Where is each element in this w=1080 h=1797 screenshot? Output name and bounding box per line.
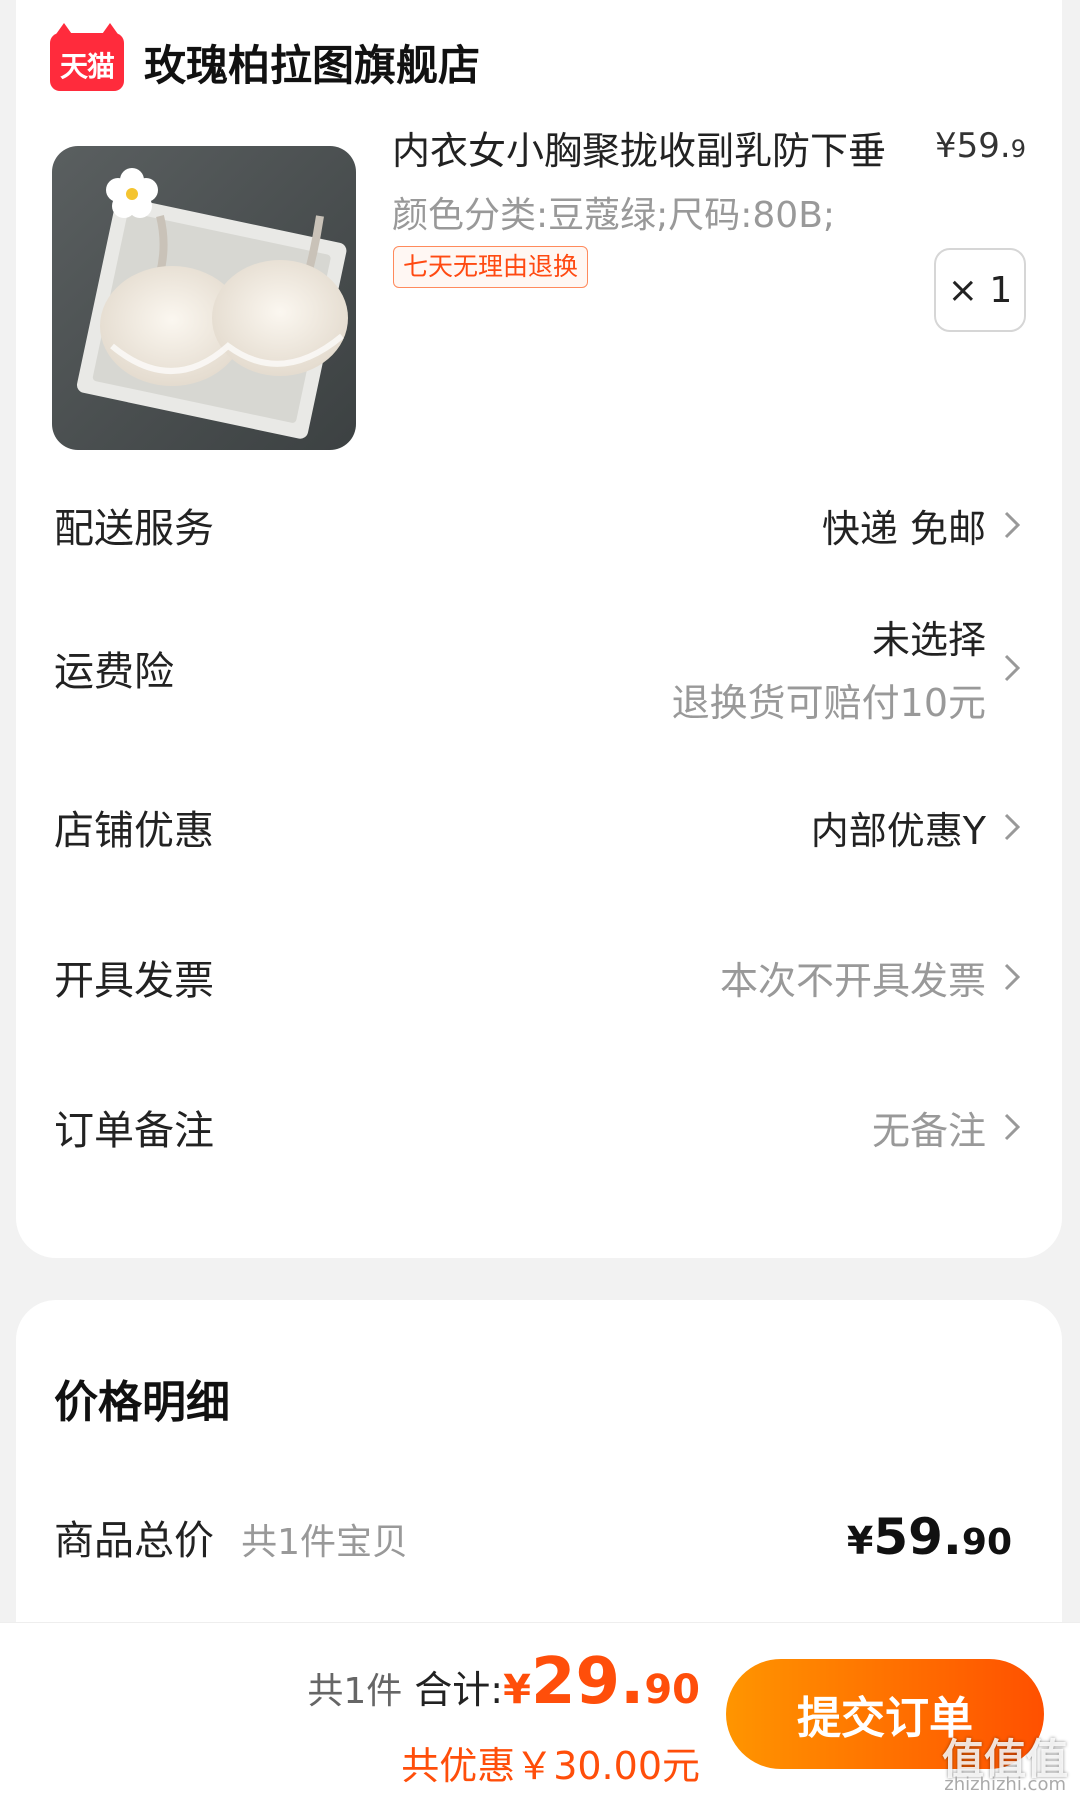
goods-total-int: 59. <box>873 1508 962 1566</box>
bottom-bar: 共1件 合计: ¥29.90 共优惠￥30.00元 提交订单 <box>0 1622 1080 1797</box>
delivery-label: 配送服务 <box>54 506 214 552</box>
invoice-right: 本次不开具发票 <box>720 950 1026 1005</box>
bottom-count: 共1件 <box>307 1671 403 1712</box>
invoice-label: 开具发票 <box>54 958 214 1004</box>
insurance-label: 运费险 <box>54 649 174 695</box>
order-card: 天猫 玫瑰柏拉图旗舰店 内衣女小胸聚拢收副乳防下垂 ¥59.9 颜色分类:豆蔻绿… <box>16 0 1062 1258</box>
watermark-site: zhizhizhi.com <box>944 1774 1066 1795</box>
goods-total-left: 商品总价 共1件宝贝 <box>54 1508 408 1566</box>
product-image[interactable] <box>52 146 356 450</box>
insurance-status: 未选择 <box>871 618 986 662</box>
goods-count: 共1件宝贝 <box>241 1522 408 1563</box>
insurance-right: 未选择退换货可赔付10元 <box>672 609 1026 727</box>
store-discount-label: 店铺优惠 <box>54 808 214 854</box>
chevron-right-icon <box>1004 511 1021 539</box>
store-discount-right: 内部优惠Y <box>811 800 1026 855</box>
chevron-right-icon <box>1004 1113 1021 1141</box>
delivery-right: 快递 免邮 <box>822 498 1026 553</box>
remark-right: 无备注 <box>872 1100 1026 1155</box>
goods-total-dec: 90 <box>961 1522 1012 1563</box>
remark-value: 无备注 <box>871 1108 986 1153</box>
product-spec[interactable]: 颜色分类:豆蔻绿;尺码:80B; <box>392 186 835 238</box>
store-discount-value: 内部优惠Y <box>810 808 986 853</box>
product-price-decimal: 9 <box>1010 135 1026 163</box>
bottom-total-line: 共1件 合计: ¥29.90 <box>307 1645 700 1719</box>
insurance-value: 未选择退换货可赔付10元 <box>672 609 986 727</box>
tmall-logo: 天猫 <box>50 23 124 91</box>
bottom-discount: 共优惠￥30.00元 <box>401 1744 700 1788</box>
bottom-total-dec: 90 <box>644 1667 700 1713</box>
delivery-row[interactable]: 配送服务 快递 免邮 <box>54 496 1026 554</box>
product-price-main: ¥59. <box>935 126 1011 166</box>
remark-label: 订单备注 <box>54 1108 214 1154</box>
quantity-box[interactable]: × 1 <box>934 248 1026 332</box>
insurance-row[interactable]: 运费险 未选择退换货可赔付10元 <box>54 604 1026 732</box>
goods-total-label: 商品总价 <box>54 1518 214 1564</box>
chevron-right-icon <box>1004 963 1021 991</box>
product-price: ¥59.9 <box>935 126 1026 166</box>
remark-row[interactable]: 订单备注 无备注 <box>54 1098 1026 1156</box>
goods-total-row: 商品总价 共1件宝贝 ¥59.90 <box>54 1508 1026 1566</box>
goods-total-price: ¥59.90 <box>847 1508 1012 1566</box>
delivery-value: 快递 免邮 <box>821 506 986 551</box>
store-name[interactable]: 玫瑰柏拉图旗舰店 <box>144 32 480 93</box>
product-photo <box>52 146 356 450</box>
bottom-total-int: 29. <box>530 1645 645 1719</box>
bottom-total-label: 合计: <box>414 1668 504 1712</box>
price-detail-title: 价格明细 <box>54 1377 230 1428</box>
invoice-row[interactable]: 开具发票 本次不开具发票 <box>54 948 1026 1006</box>
goods-total-currency: ¥ <box>846 1519 874 1563</box>
product-title[interactable]: 内衣女小胸聚拢收副乳防下垂 <box>392 120 886 175</box>
chevron-right-icon <box>1004 654 1021 682</box>
insurance-sub: 退换货可赔付10元 <box>671 681 986 725</box>
store-discount-row[interactable]: 店铺优惠 内部优惠Y <box>54 798 1026 856</box>
bottom-total-currency: ¥ <box>503 1667 531 1713</box>
return-policy-badge: 七天无理由退换 <box>393 246 589 288</box>
chevron-right-icon <box>1004 813 1021 841</box>
invoice-value: 本次不开具发票 <box>719 958 986 1003</box>
store-header[interactable]: 天猫 玫瑰柏拉图旗舰店 <box>50 23 480 98</box>
bottom-total-price: ¥29.90 <box>503 1645 700 1719</box>
